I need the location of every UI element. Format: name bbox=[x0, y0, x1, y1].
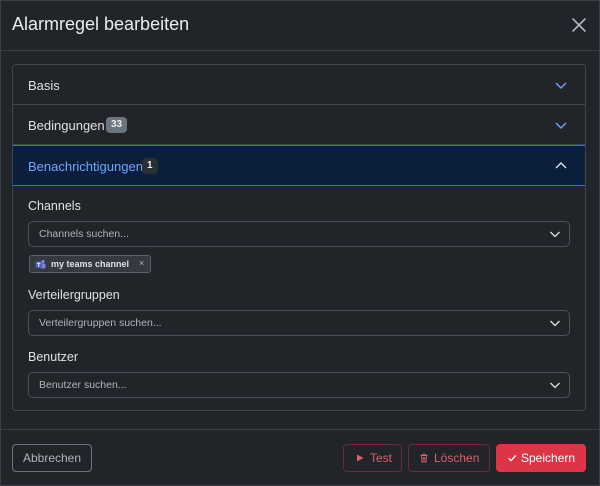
save-button-label: Speichern bbox=[521, 451, 576, 465]
section-basis-label: Basis bbox=[28, 78, 60, 93]
selected-channel-chip: my teams channel × bbox=[29, 255, 151, 273]
rule-accordion: Basis Bedingungen 33 Benachrichtigungen … bbox=[12, 64, 586, 411]
section-bedingungen[interactable]: Bedingungen 33 bbox=[13, 105, 585, 145]
section-basis[interactable]: Basis bbox=[13, 65, 585, 105]
chevron-down-icon bbox=[549, 317, 561, 329]
delete-button[interactable]: Löschen bbox=[408, 444, 490, 472]
conditions-count-badge: 33 bbox=[106, 117, 128, 133]
trash-icon bbox=[419, 453, 429, 463]
close-icon[interactable] bbox=[569, 15, 589, 35]
section-bedingungen-label: Bedingungen bbox=[28, 118, 105, 133]
users-placeholder: Benutzer suchen... bbox=[39, 379, 127, 391]
edit-alarm-rule-dialog: Alarmregel bearbeiten Basis Bedingungen … bbox=[0, 0, 600, 486]
notifications-count-badge: 1 bbox=[142, 158, 158, 174]
dialog-footer: Abbrechen Test Löschen Speichern bbox=[1, 429, 599, 485]
chevron-down-icon bbox=[549, 228, 561, 240]
selected-channel-name: my teams channel bbox=[51, 259, 130, 269]
channels-placeholder: Channels suchen... bbox=[39, 228, 129, 240]
remove-chip-icon[interactable]: × bbox=[139, 258, 144, 268]
chevron-down-icon bbox=[554, 78, 568, 92]
chevron-down-icon bbox=[554, 118, 568, 132]
dialog-title: Alarmregel bearbeiten bbox=[12, 14, 190, 34]
play-icon bbox=[355, 453, 365, 463]
groups-placeholder: Verteilergruppen suchen... bbox=[39, 317, 162, 329]
section-benachrichtigungen[interactable]: Benachrichtigungen 1 bbox=[13, 145, 585, 186]
channels-search-select[interactable]: Channels suchen... bbox=[28, 221, 570, 247]
channels-label: Channels bbox=[28, 199, 81, 213]
chevron-down-icon bbox=[549, 379, 561, 391]
users-label: Benutzer bbox=[28, 350, 79, 364]
section-benachrichtigungen-label: Benachrichtigungen bbox=[28, 159, 143, 174]
users-search-select[interactable]: Benutzer suchen... bbox=[28, 372, 570, 398]
groups-search-select[interactable]: Verteilergruppen suchen... bbox=[28, 310, 570, 336]
groups-label: Verteilergruppen bbox=[28, 288, 120, 302]
check-icon bbox=[507, 453, 517, 463]
chevron-up-icon bbox=[554, 159, 568, 173]
dialog-header: Alarmregel bearbeiten bbox=[1, 1, 599, 51]
test-button[interactable]: Test bbox=[343, 444, 402, 472]
cancel-button[interactable]: Abbrechen bbox=[12, 444, 92, 472]
save-button[interactable]: Speichern bbox=[496, 444, 586, 472]
test-button-label: Test bbox=[370, 451, 393, 465]
delete-button-label: Löschen bbox=[434, 451, 480, 465]
teams-icon bbox=[35, 259, 46, 270]
